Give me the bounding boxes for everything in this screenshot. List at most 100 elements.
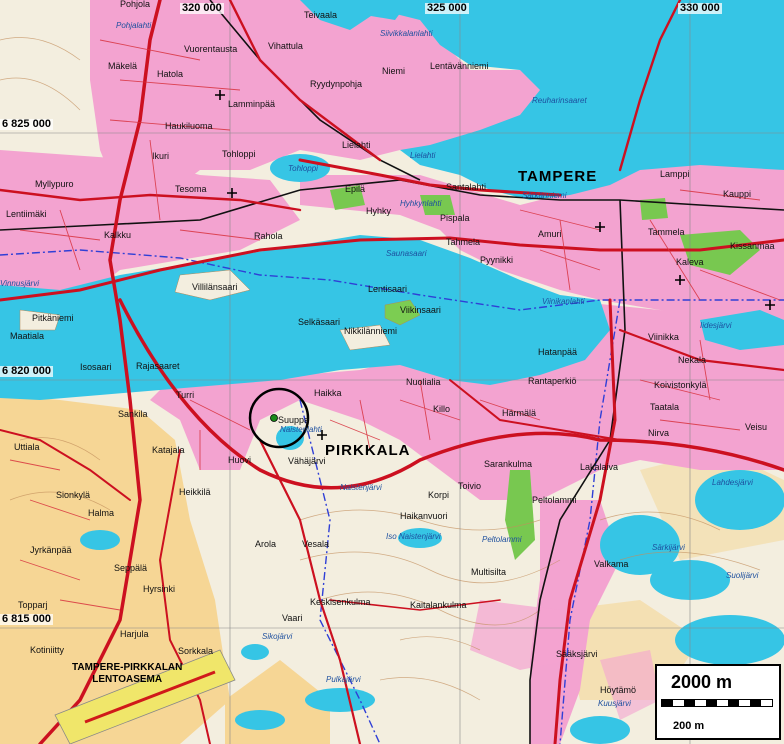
place-label: Sorkkala xyxy=(178,646,214,656)
place-label: Nekala xyxy=(678,355,707,365)
water-label: Vinnusjärvi xyxy=(0,279,39,288)
place-label: Topparj xyxy=(18,600,48,610)
place-label: Haukiluoma xyxy=(165,121,213,131)
place-label: Kissanmaa xyxy=(730,241,775,251)
water-label: Kuusjärvi xyxy=(598,699,631,708)
place-label: Hyhky xyxy=(366,206,392,216)
place-label: Vesala xyxy=(302,539,330,549)
place-label: Lentisaari xyxy=(368,284,408,294)
grid-label-e320: 320 000 xyxy=(180,2,224,14)
water-label: Iidesjärvi xyxy=(700,321,732,330)
grid-label-e330: 330 000 xyxy=(678,2,722,14)
place-label: Hatanpää xyxy=(538,347,578,357)
place-label: Selkäsaari xyxy=(298,317,341,327)
airport-label-line1: TAMPERE-PIRKKALAN xyxy=(72,662,183,673)
place-label: Haikka xyxy=(314,388,342,398)
place-label: Lentävänniemi xyxy=(430,61,489,71)
place-label: Nuolialia xyxy=(406,377,441,387)
place-label: Kaleva xyxy=(676,257,704,267)
place-label: Sankila xyxy=(118,409,148,419)
place-label: Lentiimäki xyxy=(6,209,47,219)
place-label: Isosaari xyxy=(80,362,112,372)
scale-minor-label: 200 m xyxy=(673,720,705,732)
water-label: Viinikanlahti xyxy=(542,297,585,306)
place-label: Pitkäniemi xyxy=(32,313,74,323)
place-label: Nirva xyxy=(648,428,670,438)
place-label: Jyrkänpää xyxy=(30,545,72,555)
place-label: Teivaala xyxy=(304,10,338,20)
place-label: Sarankulma xyxy=(484,459,533,469)
place-label: Niemi xyxy=(382,66,406,76)
place-label: Tesoma xyxy=(175,184,207,194)
place-label: Peltolammi xyxy=(532,495,577,505)
place-label: Myllypuro xyxy=(35,179,74,189)
place-label: Ryydynpohja xyxy=(310,79,363,89)
place-label: Maatiala xyxy=(10,331,45,341)
place-label: Sionkylä xyxy=(56,490,91,500)
place-label: Nikkilänniemi xyxy=(344,326,398,336)
place-label: Halma xyxy=(88,508,115,518)
place-label: Kauppi xyxy=(723,189,752,199)
place-label: Ikuri xyxy=(152,151,170,161)
place-label: Rantaperkiö xyxy=(528,376,577,386)
place-label: Höytämö xyxy=(600,685,637,695)
place-label: Kotiniitty xyxy=(30,645,65,655)
place-label: Lakalaiva xyxy=(580,462,619,472)
water-label: Särkijärvi xyxy=(652,543,685,552)
place-label: Katajala xyxy=(152,445,185,455)
place-label: Sääksjärvi xyxy=(556,649,598,659)
place-label: Killo xyxy=(433,404,451,414)
town-label-tampere: TAMPERE xyxy=(518,168,598,185)
place-label: Keskisenkulma xyxy=(310,597,371,607)
grid-label-n6815: 6 815 000 xyxy=(0,613,53,625)
water-label: Tohloppi xyxy=(288,164,318,173)
place-label: Harjula xyxy=(120,629,149,639)
place-label: Lielahti xyxy=(342,140,371,150)
water-label: Reuharinsaaret xyxy=(532,96,587,105)
place-label: Uttiala xyxy=(14,442,40,452)
water-label: Naistenlahti xyxy=(280,425,322,434)
place-label: Viinikka xyxy=(648,332,679,342)
water-label: Suolijärvi xyxy=(726,571,759,580)
scale-major-label: 2000 m xyxy=(671,672,733,692)
place-label: Pispala xyxy=(440,213,470,223)
place-label: Santalahti xyxy=(446,182,487,192)
place-label: Kalkku xyxy=(104,230,132,240)
place-label: Arola xyxy=(255,539,277,549)
place-label: Viikinsaari xyxy=(400,305,441,315)
water-label: Peltolammi xyxy=(482,535,522,544)
water-label: Lahdesjärvi xyxy=(712,478,753,487)
place-label: Härmälä xyxy=(502,408,537,418)
place-label: Pohjola xyxy=(120,0,151,9)
location-marker-dot xyxy=(270,414,278,422)
grid-label-e325: 325 000 xyxy=(425,2,469,14)
place-label: Suuppa xyxy=(278,415,310,425)
place-label: Vuorentausta xyxy=(184,44,238,54)
place-label: Huovi xyxy=(228,455,252,465)
airport-label-line2: LENTOASEMA xyxy=(92,674,163,685)
place-label: Hyrsinki xyxy=(143,584,176,594)
water-label: Sikojärvi xyxy=(262,632,293,641)
place-label: Vähäjärvi xyxy=(288,456,326,466)
grid-label-n6820: 6 820 000 xyxy=(0,365,53,377)
topographic-map[interactable]: 320 000 325 000 330 000 6 825 000 6 820 … xyxy=(0,0,784,744)
water-label: Hyhkynlahti xyxy=(400,199,442,208)
water-label: Pohjalahti xyxy=(116,21,152,30)
place-label: Taatala xyxy=(650,402,680,412)
place-label: Epilä xyxy=(345,184,366,194)
place-label: Vaari xyxy=(282,613,303,623)
place-label: Heikkilä xyxy=(179,487,211,497)
place-label: Lamminpää xyxy=(228,99,276,109)
town-label-pirkkala: PIRKKALA xyxy=(325,442,411,459)
place-label: Amuri xyxy=(538,229,562,239)
place-label: Rajasaaret xyxy=(136,361,180,371)
place-label: Haikanvuori xyxy=(400,511,448,521)
place-label: Toivio xyxy=(458,481,482,491)
place-label: Multisilta xyxy=(471,567,507,577)
place-label: Kaitalankulma xyxy=(410,600,467,610)
place-label: Hatola xyxy=(157,69,184,79)
place-label: Vihattula xyxy=(268,41,303,51)
place-label: Pyynikki xyxy=(480,255,514,265)
place-label: Veisu xyxy=(745,422,768,432)
water-label: Siivikkalanlahti xyxy=(380,29,433,38)
